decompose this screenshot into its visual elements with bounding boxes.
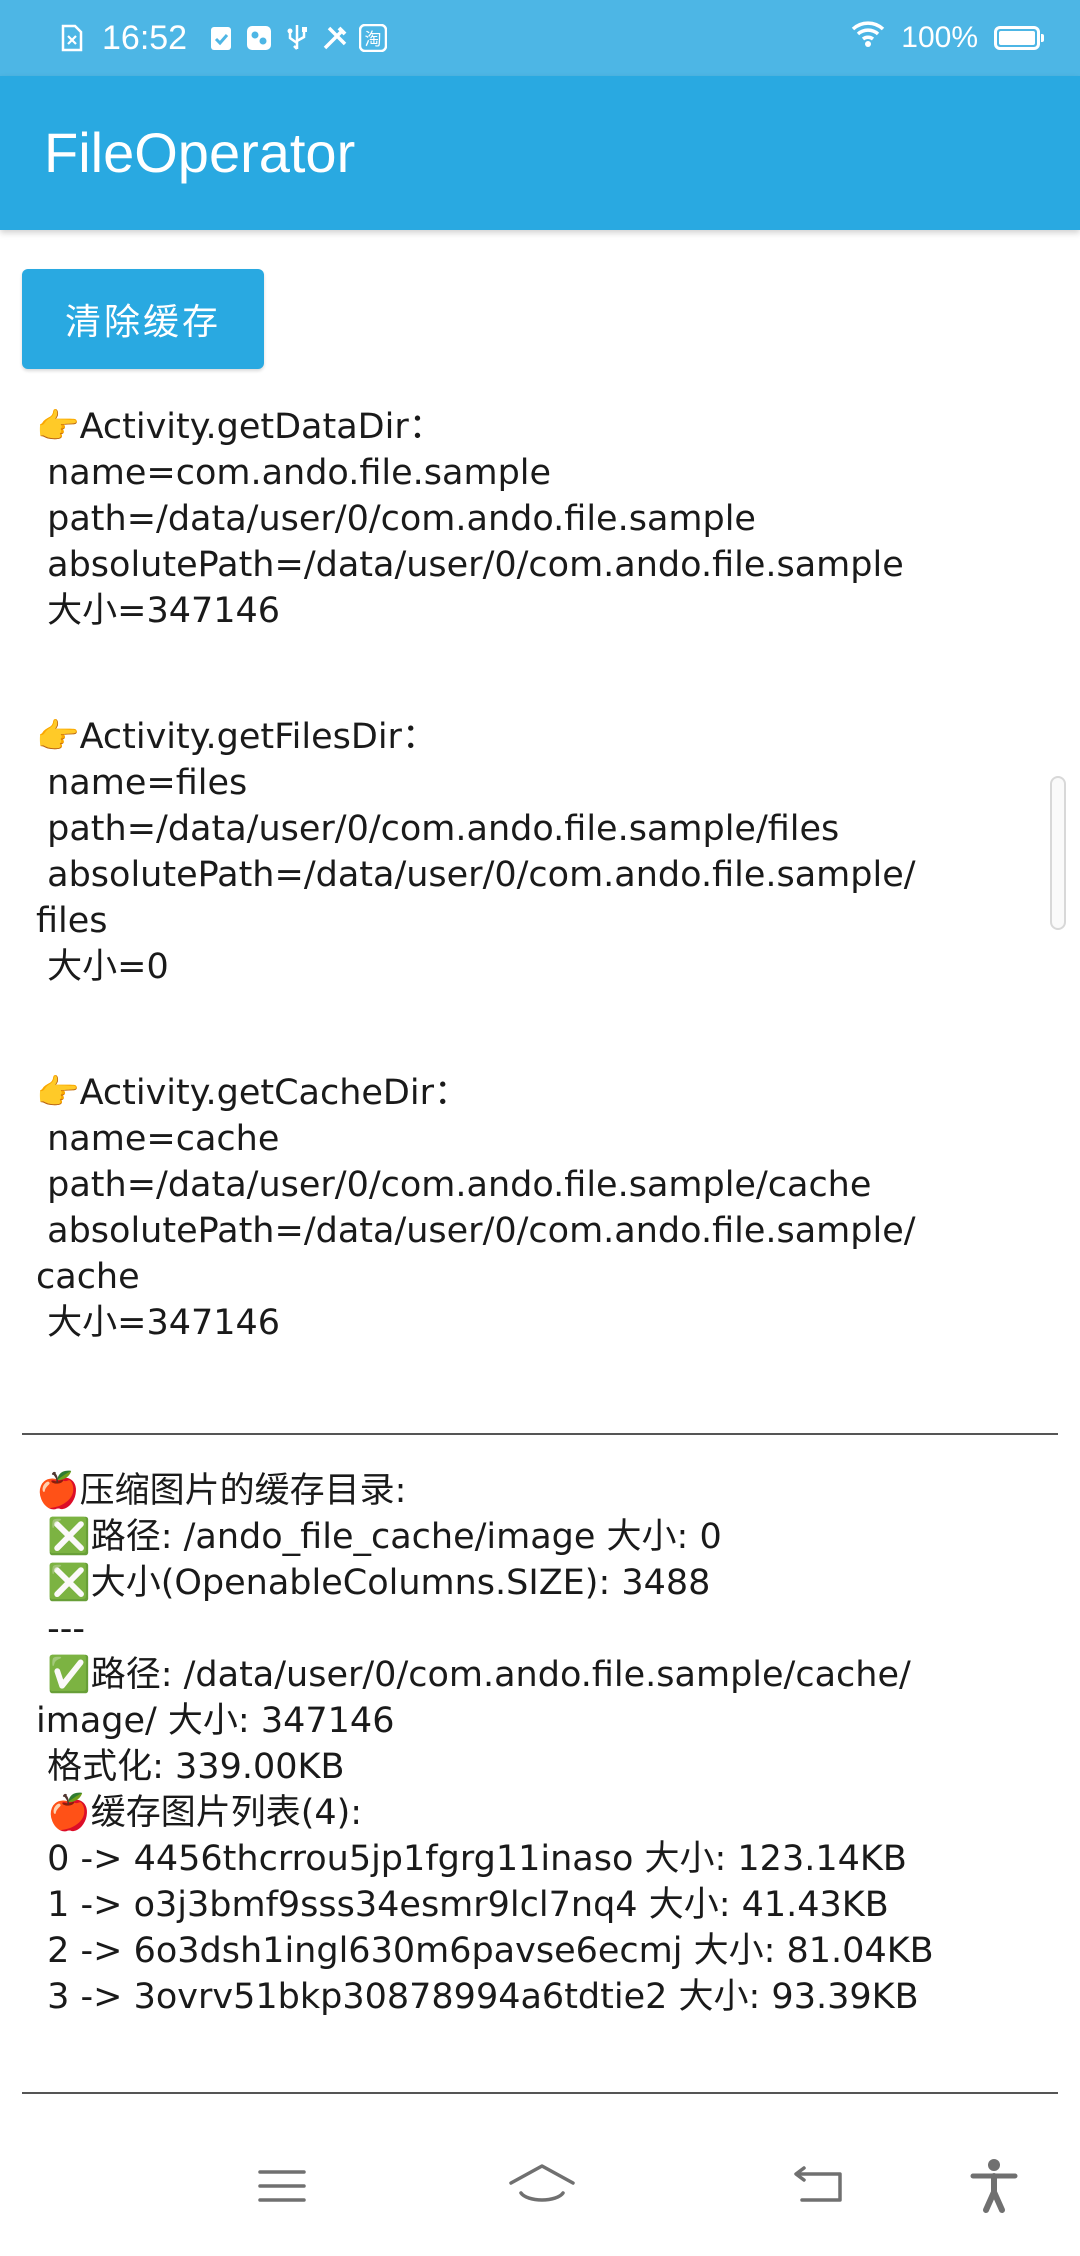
accessibility-icon	[970, 2159, 1018, 2213]
cache-dir-absolute-path: absolutePath=/data/user/0/com.ando.file.…	[36, 1211, 916, 1251]
files-dir-absolute-path-cont: files	[36, 901, 108, 941]
divider	[22, 1433, 1058, 1435]
wifi-icon	[851, 20, 885, 56]
data-dir-info: 👉Activity.getDataDir： name=com.ando.file…	[36, 404, 996, 634]
cache-dir-heading: 👉Activity.getCacheDir：	[36, 1073, 469, 1113]
home-icon	[509, 2164, 575, 2202]
files-dir-size: 大小=0	[36, 947, 169, 987]
data-dir-path: path=/data/user/0/com.ando.file.sample	[36, 499, 756, 539]
compressed-cache-abs-path: ✅路径: /data/user/0/com.ando.file.sample/c…	[36, 1655, 911, 1695]
tools-icon	[321, 23, 349, 53]
files-dir-heading: 👉Activity.getFilesDir：	[36, 717, 437, 757]
navigation-bar	[0, 2116, 1080, 2256]
compressed-cache-openable-size: ❎大小(OpenableColumns.SIZE): 3488	[36, 1563, 711, 1603]
files-dir-path: path=/data/user/0/com.ando.file.sample/f…	[36, 809, 840, 849]
data-dir-absolute-path: absolutePath=/data/user/0/com.ando.file.…	[36, 545, 904, 585]
back-icon	[794, 2166, 842, 2202]
svg-text:淘: 淘	[365, 30, 382, 50]
cache-image-item: 3 -> 3ovrv51bkp30878994a6tdtie2 大小: 93.3…	[36, 1977, 919, 2017]
cache-dir-size: 大小=347146	[36, 1303, 281, 1343]
status-time: 16:52	[102, 18, 188, 57]
files-dir-info: 👉Activity.getFilesDir： name=files path=/…	[36, 714, 996, 990]
compressed-cache-formatted: 格式化: 339.00KB	[36, 1747, 345, 1787]
home-button[interactable]	[502, 2146, 582, 2226]
clear-cache-button[interactable]: 清除缓存	[22, 269, 264, 369]
cache-image-item: 2 -> 6o3dsh1ingl630m6pavse6ecmj 大小: 81.0…	[36, 1931, 934, 1971]
compressed-cache-info: 🍎压缩图片的缓存目录: ❎路径: /ando_file_cache/image …	[36, 1468, 996, 2020]
app-icon	[245, 23, 273, 53]
check-clipboard-icon	[207, 23, 235, 53]
cache-dir-path: path=/data/user/0/com.ando.file.sample/c…	[36, 1165, 872, 1205]
data-dir-size: 大小=347146	[36, 591, 281, 631]
compressed-cache-abs-path-cont: image/ 大小: 347146	[36, 1701, 395, 1741]
battery-icon	[994, 26, 1044, 50]
files-dir-name: name=files	[36, 763, 248, 803]
files-dir-absolute-path: absolutePath=/data/user/0/com.ando.file.…	[36, 855, 916, 895]
cache-dir-name: name=cache	[36, 1119, 280, 1159]
taobao-icon: 淘	[359, 23, 388, 53]
battery-fill	[999, 31, 1035, 45]
scrollbar[interactable]	[1050, 776, 1066, 930]
cache-image-item: 1 -> o3j3bmf9sss34esmr9lcl7nq4 大小: 41.43…	[36, 1885, 889, 1925]
accessibility-button[interactable]	[954, 2146, 1034, 2226]
cache-image-list-heading: 🍎缓存图片列表(4):	[36, 1793, 363, 1833]
compressed-cache-rel-path: ❎路径: /ando_file_cache/image 大小: 0	[36, 1517, 722, 1557]
sim-icon	[58, 23, 86, 53]
data-dir-name: name=com.ando.file.sample	[36, 453, 552, 493]
cache-dir-absolute-path-cont: cache	[36, 1257, 140, 1297]
menu-button[interactable]	[242, 2146, 322, 2226]
status-left-group: 16:52 淘	[58, 0, 388, 76]
cache-image-item: 0 -> 4456thcrrou5jp1fgrg11inaso 大小: 123.…	[36, 1839, 907, 1879]
app-bar: FileOperator	[0, 76, 1080, 230]
status-right-group: 100%	[851, 0, 1044, 76]
battery-percent: 100%	[901, 21, 978, 54]
status-bar: 16:52 淘 100%	[0, 0, 1080, 76]
compressed-cache-heading: 🍎压缩图片的缓存目录:	[36, 1471, 407, 1511]
back-button[interactable]	[778, 2146, 858, 2226]
menu-icon	[258, 2170, 306, 2202]
app-title: FileOperator	[44, 121, 356, 184]
usb-icon	[283, 23, 311, 53]
cache-dir-info: 👉Activity.getCacheDir： name=cache path=/…	[36, 1070, 996, 1346]
divider	[22, 2092, 1058, 2094]
data-dir-heading: 👉Activity.getDataDir：	[36, 407, 444, 447]
compressed-cache-separator: ---	[36, 1609, 86, 1649]
